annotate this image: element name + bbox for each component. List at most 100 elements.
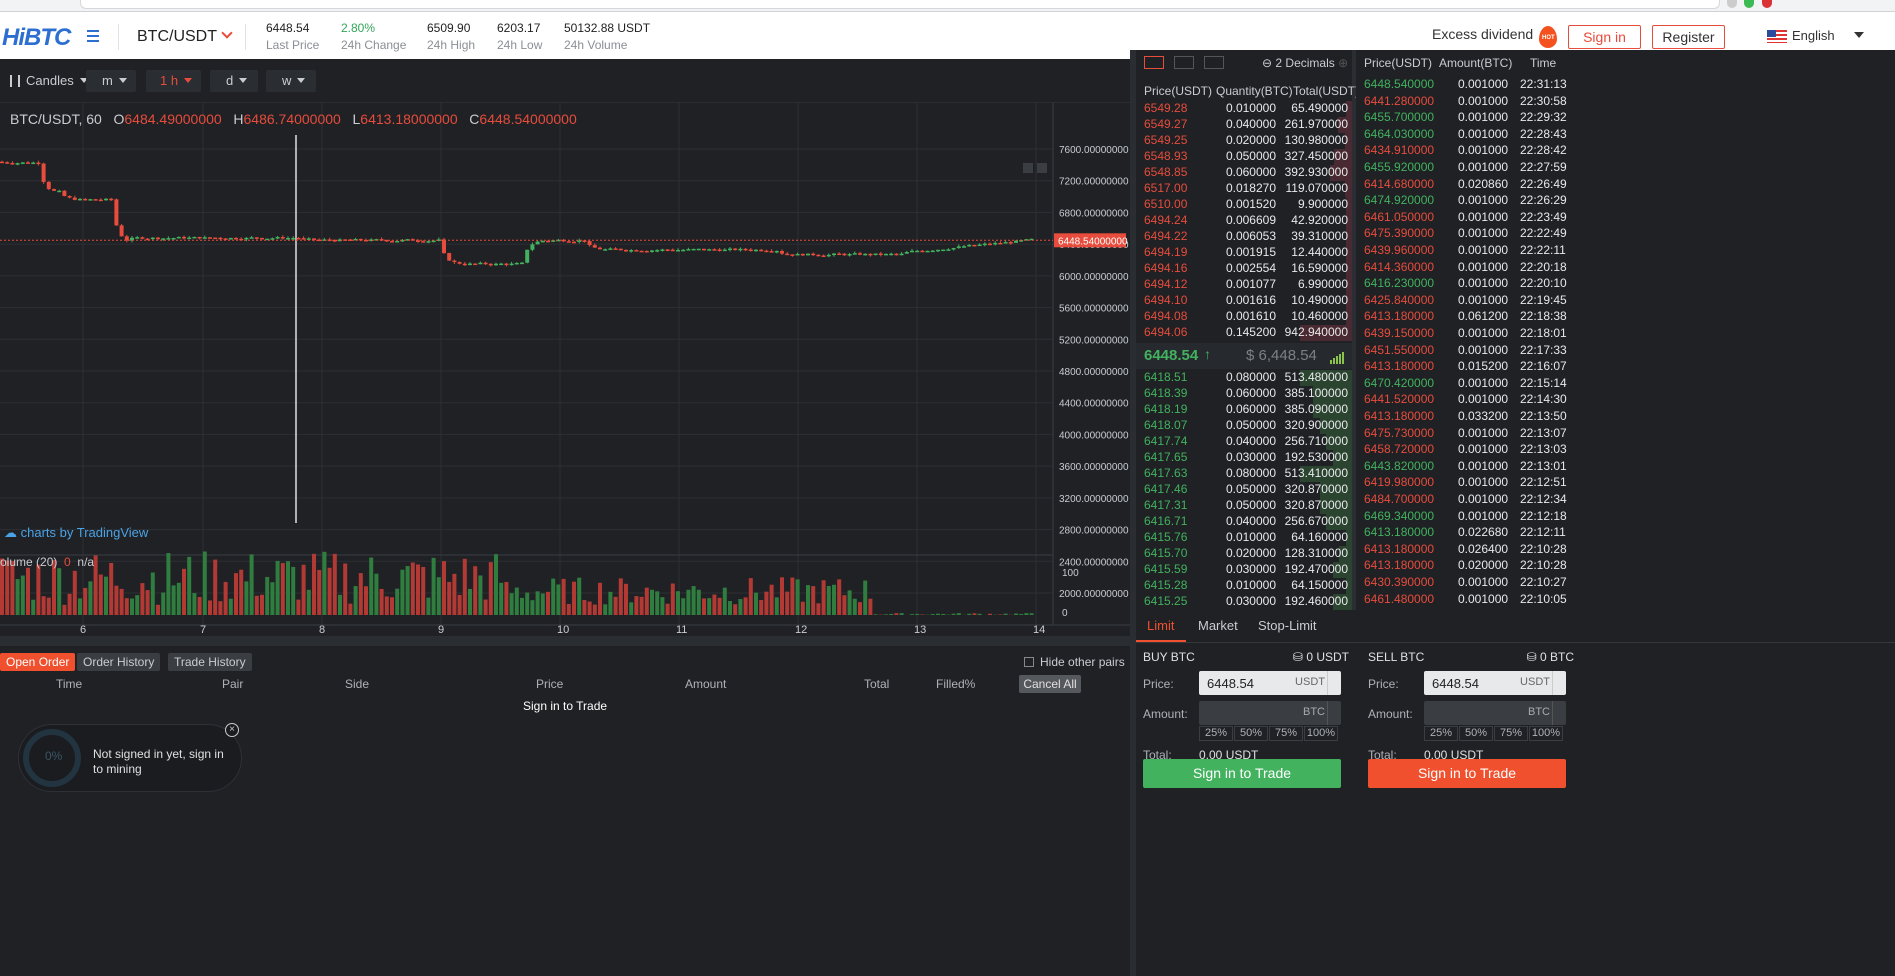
- book-price: 6549.25: [1144, 133, 1188, 147]
- tab-limit[interactable]: Limit: [1147, 618, 1174, 633]
- pct-75-button[interactable]: 75%: [1269, 726, 1303, 741]
- pct-50-button[interactable]: 50%: [1459, 726, 1493, 741]
- stepper-icon[interactable]: [1327, 671, 1341, 695]
- language-selector[interactable]: English: [1792, 28, 1835, 43]
- tab-open-order[interactable]: Open Order: [0, 653, 76, 671]
- browser-extension-icon[interactable]: [1744, 0, 1754, 8]
- volume-bar: [124, 598, 129, 615]
- bid-row[interactable]: 6415.25 0.030000 192.460000: [1136, 594, 1352, 610]
- stepper-icon[interactable]: [1552, 671, 1566, 695]
- bid-row[interactable]: 6418.39 0.060000 385.100000: [1136, 386, 1352, 402]
- register-button[interactable]: Register: [1652, 25, 1725, 49]
- book-bids-view-icon[interactable]: [1174, 56, 1194, 69]
- sell-price-input[interactable]: 6448.54 USDT: [1424, 671, 1566, 695]
- sign-in-to-trade-link[interactable]: Sign in to Trade: [523, 699, 607, 713]
- bid-row[interactable]: 6417.74 0.040000 256.710000: [1136, 434, 1352, 450]
- interval-hour-dropdown[interactable]: 1 h: [146, 70, 201, 92]
- ask-row[interactable]: 6494.19 0.001915 12.440000: [1136, 245, 1352, 261]
- volume-bar: [941, 613, 946, 615]
- tab-order-history[interactable]: Order History: [77, 653, 161, 671]
- bid-row[interactable]: 6418.51 0.080000 513.480000: [1136, 370, 1352, 386]
- volume-bar: [72, 570, 77, 615]
- pct-50-button[interactable]: 50%: [1234, 726, 1268, 741]
- sell-amount-input[interactable]: BTC: [1424, 701, 1566, 725]
- bid-row[interactable]: 6415.28 0.010000 64.150000: [1136, 578, 1352, 594]
- pair-selector[interactable]: BTC/USDT: [137, 27, 233, 46]
- trade-price: 6441.280000: [1364, 93, 1435, 108]
- book-both-view-icon[interactable]: [1144, 56, 1164, 69]
- buy-price-input[interactable]: 6448.54 USDT: [1199, 671, 1341, 695]
- ask-row[interactable]: 6494.08 0.001610 10.460000: [1136, 309, 1352, 325]
- buy-amount-input[interactable]: BTC: [1199, 701, 1341, 725]
- candle-body: [150, 237, 155, 240]
- interval-week-dropdown[interactable]: w: [266, 70, 316, 92]
- bid-row[interactable]: 6418.19 0.060000 385.090000: [1136, 402, 1352, 418]
- bid-row[interactable]: 6418.07 0.050000 320.900000: [1136, 418, 1352, 434]
- bid-row[interactable]: 6417.65 0.030000 192.530000: [1136, 450, 1352, 466]
- ask-row[interactable]: 6549.28 0.010000 65.490000: [1136, 101, 1352, 117]
- ask-row[interactable]: 6510.00 0.001520 9.900000: [1136, 197, 1352, 213]
- ask-row[interactable]: 6549.25 0.020000 130.980000: [1136, 133, 1352, 149]
- pct-25-button[interactable]: 25%: [1199, 726, 1233, 741]
- excess-dividend-link[interactable]: Excess dividend: [1432, 26, 1533, 42]
- interval-day-dropdown[interactable]: d: [210, 70, 258, 92]
- pct-100-button[interactable]: 100%: [1529, 726, 1563, 741]
- tab-trade-history[interactable]: Trade History: [168, 653, 252, 671]
- book-quantity: 0.030000: [1225, 562, 1276, 576]
- minus-icon[interactable]: ⊖: [1262, 56, 1272, 70]
- ask-row[interactable]: 6548.85 0.060000 392.930000: [1136, 165, 1352, 181]
- buy-sign-in-button[interactable]: Sign in to Trade: [1143, 759, 1341, 788]
- bid-row[interactable]: 6415.59 0.030000 192.470000: [1136, 562, 1352, 578]
- ask-row[interactable]: 6494.06 0.145200 942.940000: [1136, 325, 1352, 341]
- candle-body: [982, 243, 987, 246]
- browser-extension-icon[interactable]: [1727, 0, 1737, 8]
- candle-body: [20, 162, 25, 164]
- stepper-icon[interactable]: [1552, 701, 1566, 725]
- ask-row[interactable]: 6494.10 0.001616 10.490000: [1136, 293, 1352, 309]
- candles-dropdown[interactable]: Candles: [6, 70, 92, 92]
- decimals-selector[interactable]: ⊖ 2 Decimals ⊕: [1262, 56, 1348, 70]
- ask-row[interactable]: 6494.24 0.006609 42.920000: [1136, 213, 1352, 229]
- bid-row[interactable]: 6417.46 0.050000 320.870000: [1136, 482, 1352, 498]
- ask-row[interactable]: 6494.12 0.001077 6.990000: [1136, 277, 1352, 293]
- pct-100-button[interactable]: 100%: [1304, 726, 1338, 741]
- ask-row[interactable]: 6494.22 0.006053 39.310000: [1136, 229, 1352, 245]
- ask-row[interactable]: 6494.16 0.002554 16.590000: [1136, 261, 1352, 277]
- bid-row[interactable]: 6417.63 0.080000 513.410000: [1136, 466, 1352, 482]
- cancel-all-button[interactable]: Cancel All: [1019, 675, 1081, 693]
- browser-extension-icon[interactable]: [1762, 0, 1772, 8]
- bid-row[interactable]: 6416.71 0.040000 256.670000: [1136, 514, 1352, 530]
- horizontal-divider[interactable]: [0, 636, 1130, 646]
- candle-body: [629, 250, 634, 252]
- mid-price: 6448.54: [1144, 347, 1199, 364]
- candle-body: [88, 199, 93, 201]
- pct-75-button[interactable]: 75%: [1494, 726, 1528, 741]
- ask-row[interactable]: 6549.27 0.040000 261.970000: [1136, 117, 1352, 133]
- bid-row[interactable]: 6417.31 0.050000 320.870000: [1136, 498, 1352, 514]
- mining-message[interactable]: Not signed in yet, sign in to mining: [93, 747, 233, 777]
- sign-in-button[interactable]: Sign in: [1568, 25, 1641, 49]
- stepper-icon[interactable]: [1327, 701, 1341, 725]
- book-asks-view-icon[interactable]: [1204, 56, 1224, 69]
- bid-row[interactable]: 6415.76 0.010000 64.160000: [1136, 530, 1352, 546]
- hide-other-pairs-checkbox[interactable]: Hide other pairs: [1024, 655, 1125, 669]
- chevron-down-icon[interactable]: [1854, 32, 1864, 43]
- address-bar[interactable]: [80, 0, 1720, 9]
- tab-stop-limit[interactable]: Stop-Limit: [1258, 618, 1317, 633]
- volume-bar: [837, 579, 842, 615]
- close-icon[interactable]: ×: [225, 723, 239, 737]
- ask-row[interactable]: 6517.00 0.018270 119.070000: [1136, 181, 1352, 197]
- interval-minute-dropdown[interactable]: m: [86, 70, 136, 92]
- price-chart[interactable]: 7600.00000000 7200.00000000 6800.00000000 6…: [0, 103, 1130, 643]
- plus-icon[interactable]: ⊕: [1338, 56, 1348, 70]
- volume-bar: [270, 582, 275, 615]
- tab-market[interactable]: Market: [1198, 618, 1238, 633]
- trade-row: 6413.180000 0.022680 22:12:11: [1356, 525, 1895, 541]
- sell-sign-in-button[interactable]: Sign in to Trade: [1368, 759, 1566, 788]
- ask-row[interactable]: 6548.93 0.050000 327.450000: [1136, 149, 1352, 165]
- tradingview-link[interactable]: ☁ charts by TradingView: [4, 525, 148, 541]
- candle-body: [540, 240, 545, 243]
- bid-row[interactable]: 6415.70 0.020000 128.310000: [1136, 546, 1352, 562]
- hibtc-logo[interactable]: HiBTC: [2, 24, 71, 52]
- pct-25-button[interactable]: 25%: [1424, 726, 1458, 741]
